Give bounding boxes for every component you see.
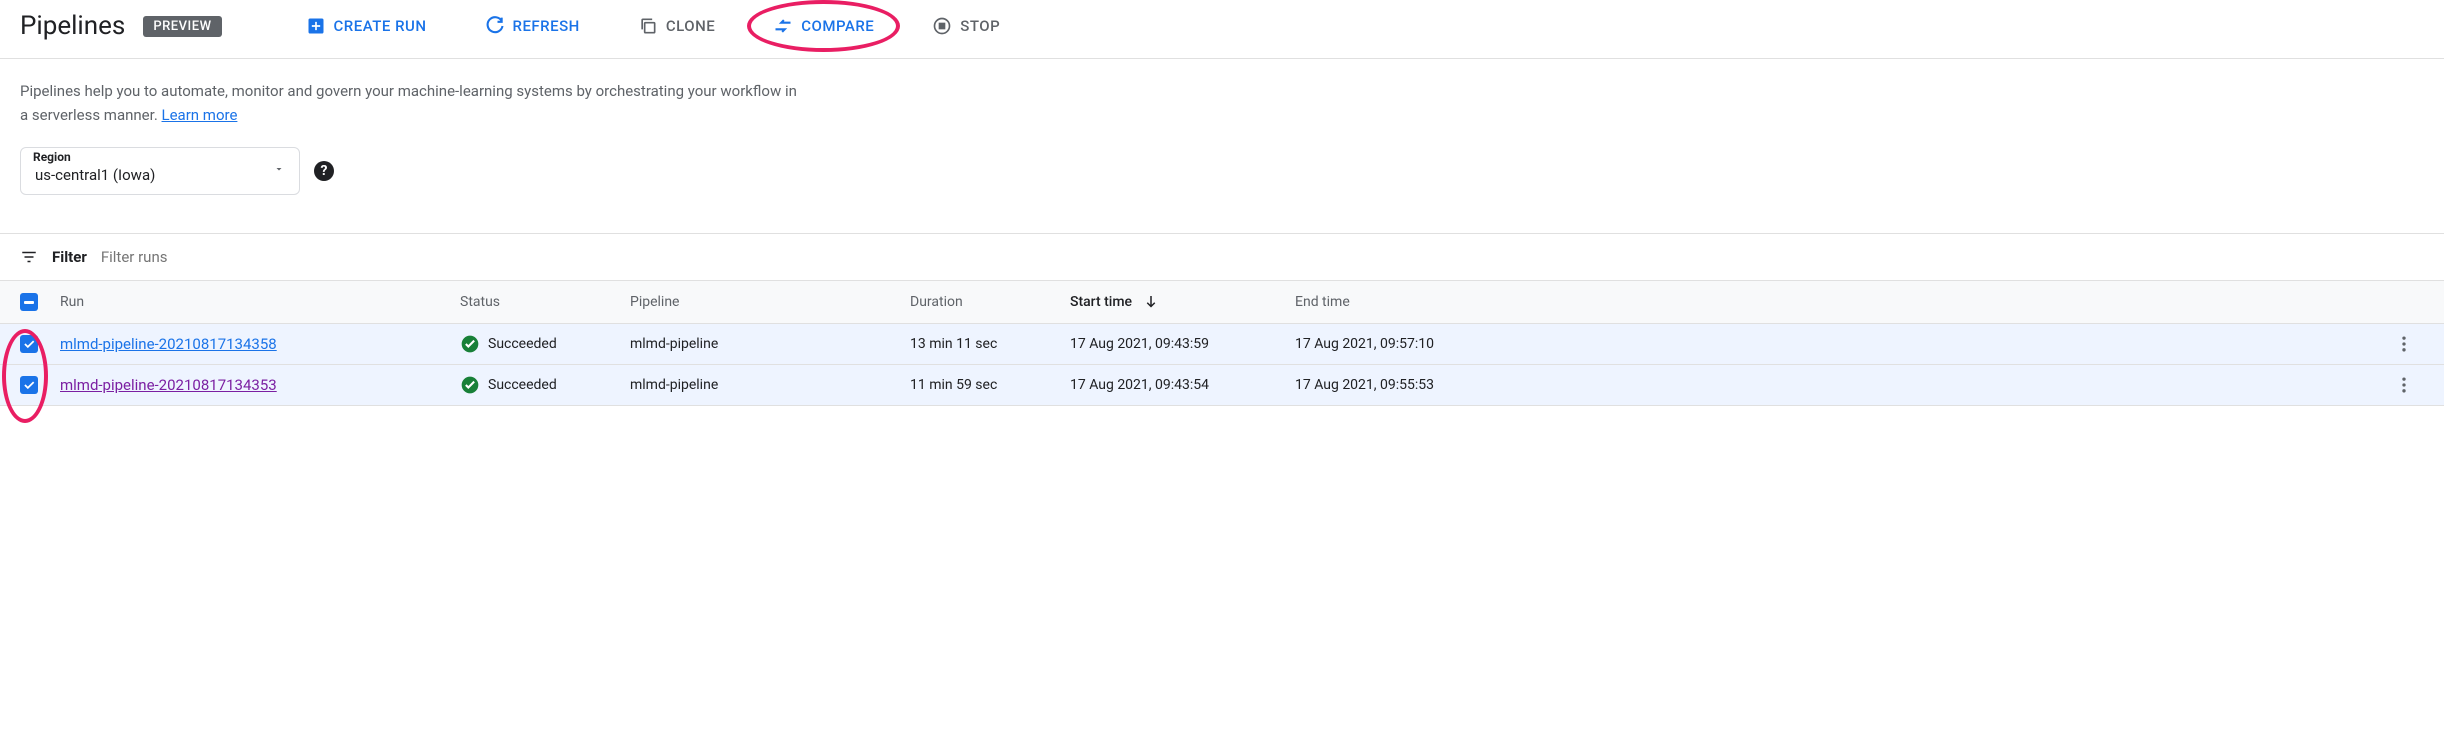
filter-bar: Filter: [0, 234, 2444, 280]
end-cell: 17 Aug 2021, 09:57:10: [1295, 336, 1520, 352]
preview-badge: PREVIEW: [143, 16, 221, 37]
pipeline-cell: mlmd-pipeline: [630, 377, 910, 393]
table-header: Run Status Pipeline Duration Start time …: [0, 280, 2444, 324]
status-text: Succeeded: [488, 377, 557, 393]
start-cell: 17 Aug 2021, 09:43:54: [1070, 377, 1295, 393]
region-value: us-central1 (Iowa): [35, 166, 155, 184]
stop-button[interactable]: Stop: [916, 8, 1016, 44]
header-start-time[interactable]: Start time: [1070, 293, 1295, 311]
header-end-time[interactable]: End time: [1295, 294, 1520, 310]
region-help-icon[interactable]: ?: [314, 161, 334, 181]
more-icon[interactable]: [2394, 375, 2414, 395]
duration-cell: 11 min 59 sec: [910, 377, 1070, 393]
refresh-icon: [485, 16, 505, 36]
start-cell: 17 Aug 2021, 09:43:59: [1070, 336, 1295, 352]
success-icon: [460, 375, 480, 395]
header-status[interactable]: Status: [460, 294, 630, 310]
stop-label: Stop: [960, 17, 1000, 35]
region-label: Region: [33, 150, 71, 164]
filter-icon: [20, 248, 38, 266]
filter-label: Filter: [52, 248, 87, 266]
region-dropdown[interactable]: Region us-central1 (Iowa): [20, 147, 300, 195]
row-checkbox[interactable]: [20, 335, 38, 353]
refresh-button[interactable]: Refresh: [469, 8, 596, 44]
region-selector-group: Region us-central1 (Iowa) ?: [20, 147, 334, 195]
runs-table: Run Status Pipeline Duration Start time …: [0, 280, 2444, 406]
create-run-label: Create run: [334, 17, 427, 35]
header-start-label: Start time: [1070, 294, 1132, 310]
compare-highlight: Compare: [757, 8, 890, 44]
stop-icon: [932, 16, 952, 36]
end-cell: 17 Aug 2021, 09:55:53: [1295, 377, 1520, 393]
compare-icon: [773, 16, 793, 36]
learn-more-link[interactable]: Learn more: [162, 106, 238, 124]
row-checkbox[interactable]: [20, 376, 38, 394]
chevron-down-icon: [273, 163, 285, 179]
refresh-label: Refresh: [513, 17, 580, 35]
header-duration[interactable]: Duration: [910, 294, 1070, 310]
duration-cell: 13 min 11 sec: [910, 336, 1070, 352]
filter-input[interactable]: [101, 248, 2424, 266]
plus-icon: [306, 16, 326, 36]
run-link[interactable]: mlmd-pipeline-20210817134353: [60, 376, 277, 394]
table-row: mlmd-pipeline-20210817134353 Succeeded m…: [0, 365, 2444, 406]
sort-down-icon: [1142, 293, 1160, 311]
more-icon[interactable]: [2394, 334, 2414, 354]
header-pipeline[interactable]: Pipeline: [630, 294, 910, 310]
success-icon: [460, 334, 480, 354]
compare-label: Compare: [801, 17, 874, 35]
header-run[interactable]: Run: [60, 294, 460, 310]
create-run-button[interactable]: Create run: [290, 8, 443, 44]
intro-text-content: Pipelines help you to automate, monitor …: [20, 82, 797, 124]
pipeline-cell: mlmd-pipeline: [630, 336, 910, 352]
select-all-checkbox[interactable]: [20, 293, 38, 311]
table-row: mlmd-pipeline-20210817134358 Succeeded m…: [0, 324, 2444, 365]
intro-text: Pipelines help you to automate, monitor …: [20, 79, 800, 127]
clone-label: Clone: [666, 17, 715, 35]
compare-button[interactable]: Compare: [757, 8, 890, 44]
top-bar: Pipelines PREVIEW Create run Refresh Clo…: [0, 0, 2444, 59]
intro-block: Pipelines help you to automate, monitor …: [0, 59, 2444, 205]
status-text: Succeeded: [488, 336, 557, 352]
page-title: Pipelines: [20, 11, 125, 41]
clone-button[interactable]: Clone: [622, 8, 731, 44]
run-link[interactable]: mlmd-pipeline-20210817134358: [60, 335, 277, 353]
clone-icon: [638, 16, 658, 36]
